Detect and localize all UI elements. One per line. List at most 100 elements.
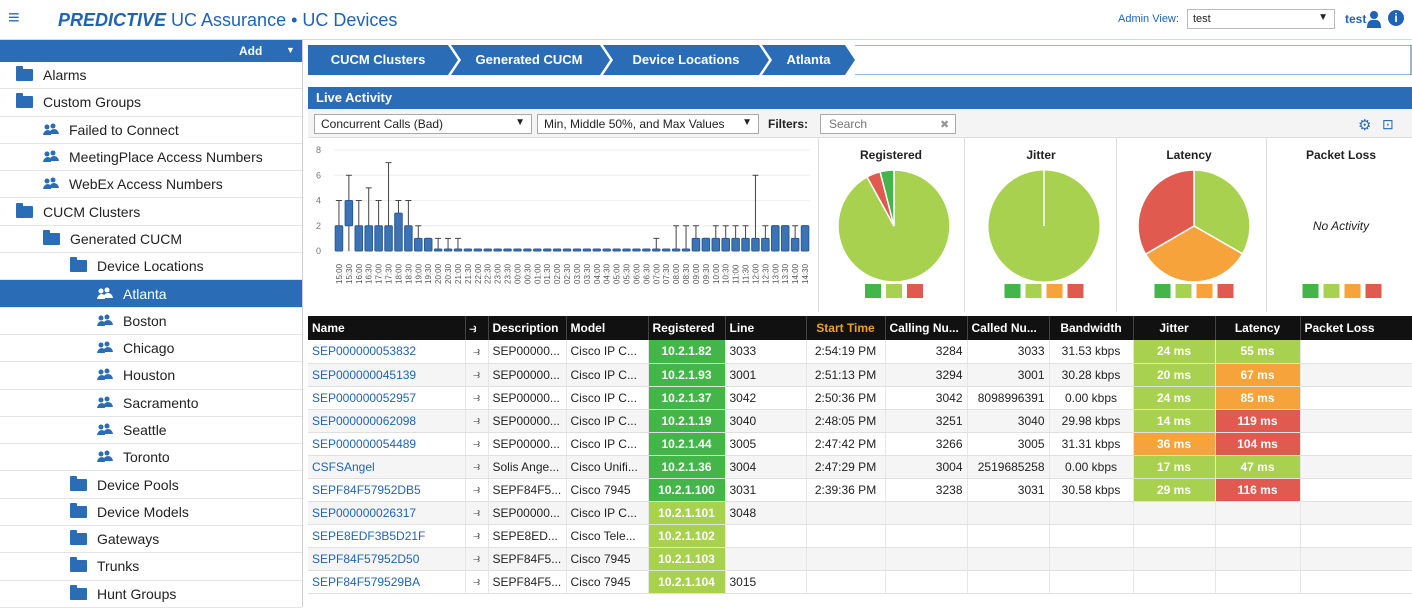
box-mark[interactable] — [632, 248, 641, 252]
box-mark[interactable] — [751, 237, 760, 252]
col-name[interactable]: Name — [308, 316, 466, 340]
table-row[interactable]: SEPF84F579529BA ⥽ SEPF84F5... Cisco 7945 10.… — [308, 570, 1412, 594]
box-mark[interactable] — [691, 237, 701, 252]
inspect-icon[interactable]: ⊡ — [1382, 116, 1394, 133]
box-mark[interactable] — [542, 248, 552, 252]
trace-icon[interactable]: ⥽ — [465, 501, 489, 525]
table-row[interactable]: SEP000000052957 ⥽ SEP00000... Cisco IP C...… — [308, 386, 1412, 410]
tree-item-trunks[interactable]: Trunks — [0, 553, 302, 581]
col-description[interactable]: Description — [488, 316, 567, 340]
device-name-link[interactable]: SEPF84F57952DB5 — [308, 478, 466, 502]
box-mark[interactable] — [671, 248, 681, 252]
box-mark[interactable] — [612, 248, 621, 252]
tree-item-hunt-groups[interactable]: Hunt Groups — [0, 581, 302, 608]
legend-swatch[interactable] — [1046, 284, 1063, 298]
legend-swatch[interactable] — [1365, 284, 1382, 298]
legend-swatch[interactable] — [1004, 284, 1021, 298]
tree-item-custom-groups[interactable]: Custom Groups — [0, 89, 302, 117]
tree-item-device-pools[interactable]: Device Pools — [0, 471, 302, 499]
box-mark[interactable] — [711, 237, 721, 252]
col-registered[interactable]: Registered — [648, 316, 726, 340]
box-mark[interactable] — [780, 225, 790, 252]
table-row[interactable]: SEP000000054489 ⥽ SEP00000... Cisco IP C...… — [308, 432, 1412, 456]
breadcrumb-item-generated-cucm[interactable]: Generated CUCM — [458, 45, 600, 75]
col-called-number[interactable]: Called Nu... — [967, 316, 1050, 340]
box-mark[interactable] — [404, 225, 413, 252]
breadcrumb-item-atlanta[interactable]: Atlanta — [770, 45, 847, 75]
box-mark[interactable] — [523, 248, 532, 252]
legend-swatch[interactable] — [907, 284, 923, 298]
legend-swatch[interactable] — [1175, 284, 1192, 298]
tree-item-gateways[interactable]: Gateways — [0, 526, 302, 554]
clear-search-icon[interactable]: ✖ — [940, 118, 949, 131]
tree-item-device-locations[interactable]: Device Locations — [0, 253, 302, 281]
box-mark[interactable] — [483, 248, 492, 252]
box-mark[interactable] — [652, 248, 661, 252]
trace-icon[interactable]: ⥽ — [465, 409, 489, 433]
legend-swatch[interactable] — [1067, 284, 1084, 298]
tree-item-meetingplace-access-numbers[interactable]: MeetingPlace Access Numbers — [0, 144, 302, 172]
box-mark[interactable] — [592, 248, 602, 252]
settings-gear-icon[interactable]: ⚙ — [1358, 116, 1371, 134]
device-name-link[interactable]: SEP000000054489 — [308, 432, 466, 456]
legend-swatch[interactable] — [1217, 284, 1234, 298]
device-name-link[interactable]: SEPF84F57952D50 — [308, 547, 466, 571]
box-mark[interactable] — [384, 225, 393, 252]
col-bandwidth[interactable]: Bandwidth — [1049, 316, 1134, 340]
hamburger-menu-icon[interactable]: ≡ — [8, 8, 30, 30]
legend-swatch[interactable] — [1302, 284, 1319, 298]
box-mark[interactable] — [354, 225, 364, 252]
box-mark[interactable] — [394, 212, 403, 252]
box-mark[interactable] — [374, 225, 383, 252]
box-mark[interactable] — [562, 248, 572, 252]
box-mark[interactable] — [364, 225, 373, 252]
legend-swatch[interactable] — [1323, 284, 1340, 298]
box-mark[interactable] — [701, 237, 711, 252]
table-row[interactable]: SEP000000045139 ⥽ SEP00000... Cisco IP C...… — [308, 363, 1412, 387]
user-name[interactable]: test — [1345, 12, 1366, 26]
box-mark[interactable] — [661, 248, 671, 252]
tree-item-generated-cucm[interactable]: Generated CUCM — [0, 226, 302, 254]
range-select[interactable]: Min, Middle 50%, and Max Values ▼ — [537, 114, 759, 134]
table-row[interactable]: CSFSAngel ⥽ Solis Ange... Cisco Unifi... 10.… — [308, 455, 1412, 479]
info-icon[interactable]: i — [1388, 10, 1404, 26]
trace-icon[interactable]: ⥽ — [465, 524, 489, 548]
tree-item-boston[interactable]: Boston — [0, 308, 302, 335]
col-calling-number[interactable]: Calling Nu... — [885, 316, 968, 340]
box-mark[interactable] — [433, 248, 443, 252]
trace-icon[interactable]: ⥽ — [465, 478, 489, 502]
col-packet-loss[interactable]: Packet Loss — [1300, 316, 1412, 340]
box-mark[interactable] — [572, 248, 582, 252]
legend-swatch[interactable] — [1196, 284, 1213, 298]
tree-item-alarms[interactable]: Alarms — [0, 62, 302, 90]
table-row[interactable]: SEP000000026317 ⥽ SEP00000... Cisco IP C...… — [308, 501, 1412, 525]
add-button[interactable]: Add — [239, 44, 262, 58]
tree-item-webex-access-numbers[interactable]: WebEx Access Numbers — [0, 171, 302, 199]
trace-icon[interactable]: ⥽ — [465, 455, 489, 479]
col-line[interactable]: Line — [725, 316, 807, 340]
trace-icon[interactable]: ⥽ — [465, 547, 489, 571]
trace-icon[interactable]: ⥽ — [465, 386, 489, 410]
tree-item-failed-to-connect[interactable]: Failed to Connect — [0, 117, 302, 144]
box-mark[interactable] — [473, 248, 483, 252]
box-mark[interactable] — [800, 225, 810, 252]
box-mark[interactable] — [533, 248, 542, 252]
box-mark[interactable] — [761, 237, 770, 252]
trace-icon[interactable]: ⥽ — [465, 340, 489, 364]
breadcrumb-item-cucm-clusters[interactable]: CUCM Clusters — [308, 45, 448, 75]
table-row[interactable]: SEPF84F57952DB5 ⥽ SEPF84F5... Cisco 7945 10.… — [308, 478, 1412, 502]
box-mark[interactable] — [602, 248, 611, 252]
box-mark[interactable] — [771, 225, 780, 252]
tree-item-device-models[interactable]: Device Models — [0, 499, 302, 527]
box-mark[interactable] — [721, 237, 730, 252]
trace-icon[interactable]: ⥽ — [465, 432, 489, 456]
col-model[interactable]: Model — [566, 316, 649, 340]
tree-item-atlanta[interactable]: Atlanta — [0, 280, 302, 308]
tree-item-sacramento[interactable]: Sacramento — [0, 390, 302, 417]
box-mark[interactable] — [423, 237, 433, 252]
table-row[interactable]: SEPF84F57952D50 ⥽ SEPF84F5... Cisco 7945 10.… — [308, 547, 1412, 571]
box-mark[interactable] — [552, 248, 562, 252]
box-mark[interactable] — [503, 248, 512, 252]
tree-item-cucm-clusters[interactable]: CUCM Clusters — [0, 198, 302, 226]
box-mark[interactable] — [622, 248, 631, 252]
